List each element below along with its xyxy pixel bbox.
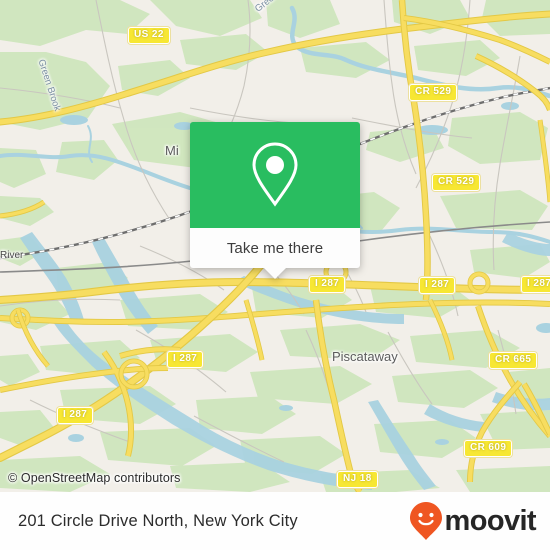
shield-cr-665[interactable]: CR 665 [489,352,538,369]
shield-cr-529-south[interactable]: CR 529 [432,174,481,191]
shield-nj-18[interactable]: NJ 18 [337,471,378,488]
location-popup-card[interactable]: Take me there [190,122,360,279]
popup-card-header [190,122,360,228]
footer-bar: 201 Circle Drive North, New York City mo… [0,492,550,550]
water-label-river: River [0,250,24,261]
address-text: 201 Circle Drive North, New York City [18,511,298,530]
place-label-piscataway: Piscataway [332,349,398,364]
moovit-logo[interactable]: moovit [409,501,537,541]
shield-i-287-c[interactable]: I 287 [521,276,550,293]
shield-i-287-b[interactable]: I 287 [419,277,456,294]
place-label-partial: Mi [165,143,179,158]
map-canvas[interactable]: US 22 CR 529 CR 529 I 287 I 287 I 287 I … [0,0,550,492]
shield-i-287-d[interactable]: I 287 [167,351,204,368]
shield-cr-529-north[interactable]: CR 529 [409,84,458,101]
screenshot-root: US 22 CR 529 CR 529 I 287 I 287 I 287 I … [0,0,550,550]
shield-i-287-a[interactable]: I 287 [309,276,346,293]
shield-cr-609[interactable]: CR 609 [464,440,513,457]
osm-attribution: © OpenStreetMap contributors [8,471,181,485]
map-pin-icon [252,142,298,207]
moovit-pin-icon [409,502,442,540]
popup-card-footer[interactable]: Take me there [190,228,360,268]
moovit-wordmark: moovit [444,504,537,537]
shield-i-287-e[interactable]: I 287 [57,407,94,424]
take-me-there-button-label: Take me there [226,239,324,257]
shield-us-22[interactable]: US 22 [128,27,170,44]
popup-card-tail [264,268,286,279]
